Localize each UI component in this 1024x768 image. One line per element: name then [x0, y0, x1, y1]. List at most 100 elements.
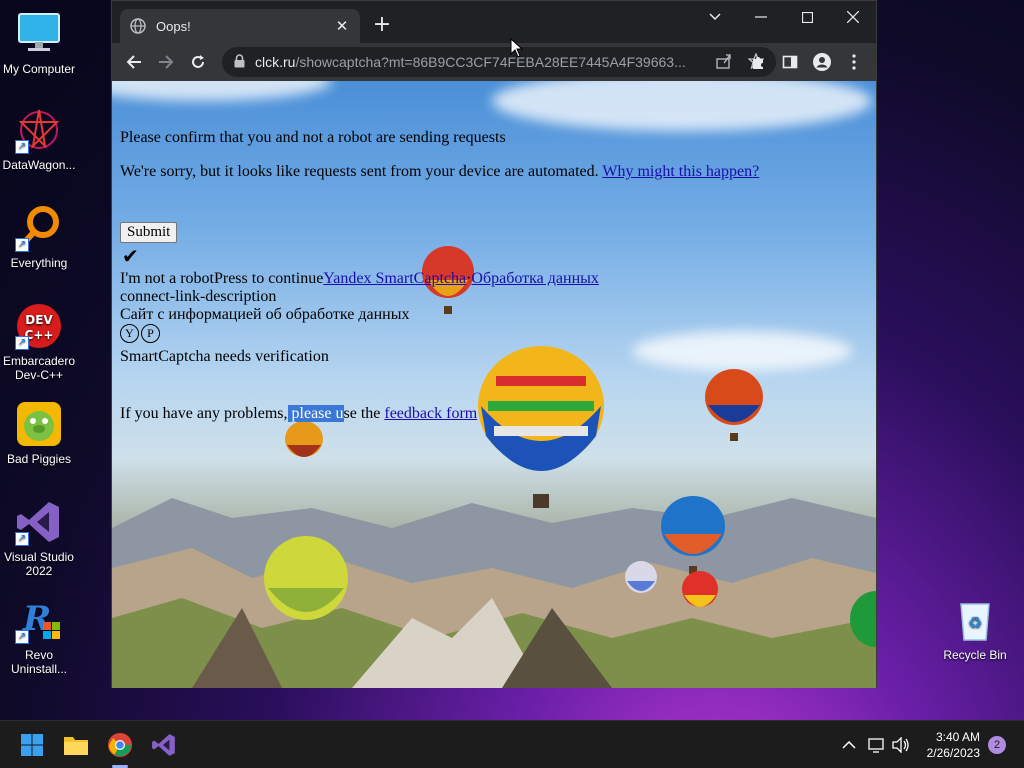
url-path: /showcaptcha?mt=86B9CC3CF74FEBA28EE7445A… — [295, 54, 686, 70]
hot-air-balloon-image — [661, 496, 725, 574]
profile-avatar-icon[interactable] — [806, 46, 838, 78]
tab-strip: Oops! ✕ + — [112, 1, 876, 43]
network-icon[interactable] — [868, 721, 886, 768]
tab-oops[interactable]: Oops! ✕ — [120, 9, 360, 43]
yandex-icons: Y P — [120, 324, 160, 343]
start-button[interactable] — [16, 729, 48, 761]
landscape-mountains — [112, 498, 876, 688]
minimize-button[interactable] — [738, 1, 784, 33]
clock-date: 2/26/2023 — [926, 746, 980, 760]
bad-piggies-icon — [15, 400, 63, 448]
yandex-y-icon: Y — [120, 324, 139, 343]
shortcut-arrow-icon: ↗ — [15, 140, 29, 154]
checkmark-icon[interactable]: ✔ — [122, 244, 139, 269]
clock-time: 3:40 AM — [935, 730, 980, 744]
lock-icon — [234, 53, 245, 71]
verify-text: SmartCaptcha needs verification — [120, 348, 329, 365]
side-panel-icon[interactable] — [774, 46, 806, 78]
desktop-icon-label: Everything — [10, 256, 68, 270]
visual-studio-taskbar-icon[interactable] — [148, 729, 180, 761]
desktop-icon-revo-uninstaller[interactable]: R ↗ Revo Uninstall... — [0, 596, 78, 676]
devcpp-icon: DEV C++ ↗ — [15, 302, 63, 350]
cloud-decoration — [492, 81, 872, 131]
forward-button[interactable] — [150, 46, 182, 78]
mouse-cursor-icon — [510, 38, 524, 58]
visual-studio-icon: ↗ — [15, 498, 63, 546]
data-processing-link[interactable]: Обработка данных — [471, 270, 598, 287]
notification-badge[interactable]: 2 — [988, 736, 1006, 754]
browser-window: Oops! ✕ + clck.ru /showcaptcha?mt=86B9CC… — [111, 0, 877, 688]
desktop-icon-visual-studio[interactable]: ↗ Visual Studio 2022 — [0, 498, 78, 578]
feedback-form-link[interactable]: feedback form — [384, 405, 477, 422]
hot-air-balloon-image — [625, 561, 657, 593]
system-clock[interactable]: 3:40 AM 2/26/2023 — [927, 729, 980, 761]
cloud-decoration — [632, 331, 852, 371]
desktop-icon-label-line2: Dev-C++ — [14, 368, 64, 382]
desktop-icon-label-line1: Visual Studio — [4, 550, 74, 564]
desktop-icon-bad-piggies[interactable]: Bad Piggies — [0, 400, 78, 466]
maximize-button[interactable] — [784, 1, 830, 33]
hot-air-balloon-image — [850, 591, 876, 647]
desktop-icon-recycle-bin[interactable]: ♻ Recycle Bin — [936, 596, 1014, 662]
tab-close-icon[interactable]: ✕ — [334, 17, 350, 35]
submit-button[interactable]: Submit — [120, 222, 178, 243]
new-tab-button[interactable]: + — [370, 13, 394, 37]
address-bar[interactable]: clck.ru /showcaptcha?mt=86B9CC3CF74FEBA2… — [222, 47, 776, 77]
back-button[interactable] — [118, 46, 150, 78]
revo-uninstaller-icon: R ↗ — [15, 596, 63, 644]
close-window-button[interactable] — [830, 1, 876, 33]
desktop-icon-label: My Computer — [2, 62, 76, 76]
yandex-p-icon: P — [141, 324, 160, 343]
shortcut-arrow-icon: ↗ — [15, 532, 29, 546]
taskbar: 3:40 AM 2/26/2023 2 — [0, 720, 1024, 768]
datawagon-icon: ↗ — [15, 106, 63, 154]
file-explorer-icon[interactable] — [60, 729, 92, 761]
cloud-decoration — [112, 81, 332, 101]
hot-air-balloon-image — [264, 536, 348, 620]
info-text: Сайт с информацией об обработке данных — [120, 306, 410, 323]
desktop-icon-label: Recycle Bin — [943, 648, 1007, 662]
shortcut-arrow-icon: ↗ — [15, 336, 29, 350]
tab-title: Oops! — [156, 18, 191, 34]
extensions-icon[interactable] — [742, 46, 774, 78]
share-icon[interactable] — [716, 53, 732, 72]
robot-line: I'm not a robotPress to continueYandex S… — [120, 270, 599, 288]
hot-air-balloon-image — [285, 421, 323, 457]
hot-air-balloon-image — [705, 369, 763, 441]
url-host: clck.ru — [255, 54, 296, 70]
desktop-icon-label-line2: 2022 — [25, 564, 53, 578]
svg-text:♻: ♻ — [968, 613, 982, 632]
page-heading: Please confirm that you and not a robot … — [120, 129, 506, 146]
shortcut-arrow-icon: ↗ — [15, 238, 29, 252]
globe-icon — [130, 18, 146, 34]
desktop-icon-my-computer[interactable]: My Computer — [0, 10, 78, 76]
connect-description: connect-link-description — [120, 288, 277, 305]
robot-text: I'm not a robotPress to continue — [120, 270, 324, 287]
sorry-text: We're sorry, but it looks like requests … — [120, 163, 599, 180]
why-link[interactable]: Why might this happen? — [602, 163, 759, 180]
menu-kebab-icon[interactable] — [838, 46, 870, 78]
hot-air-balloon-image — [478, 346, 604, 508]
yandex-smartcaptcha-link[interactable]: Yandex SmartCaptcha — [323, 270, 466, 287]
browser-toolbar: clck.ru /showcaptcha?mt=86B9CC3CF74FEBA2… — [112, 43, 876, 81]
desktop-icon-label-line1: Embarcadero — [2, 354, 76, 368]
volume-icon[interactable] — [892, 721, 910, 768]
problems-paragraph: If you have any problems, please use the… — [120, 405, 477, 423]
desktop-icon-devcpp[interactable]: DEV C++ ↗ Embarcadero Dev-C++ — [0, 302, 78, 382]
monitor-icon — [15, 10, 63, 58]
desktop-icon-everything[interactable]: ↗ Everything — [0, 204, 78, 270]
desktop-icon-datawagon[interactable]: ↗ DataWagon... — [0, 106, 78, 172]
reload-button[interactable] — [182, 46, 214, 78]
tab-search-dropdown-icon[interactable] — [692, 1, 738, 33]
chrome-taskbar-icon[interactable] — [104, 729, 136, 761]
desktop-icon-label: DataWagon... — [2, 158, 76, 172]
sorry-paragraph: We're sorry, but it looks like requests … — [120, 163, 759, 181]
desktop-icon-label-line2: Uninstall... — [10, 662, 68, 676]
problems-mid: se the — [343, 405, 381, 422]
desktop-icon-label: Bad Piggies — [6, 452, 72, 466]
everything-search-icon: ↗ — [15, 204, 63, 252]
captcha-page: Please confirm that you and not a robot … — [112, 81, 876, 688]
problems-prefix: If you have any problems, — [120, 405, 288, 422]
show-hidden-icons-chevron[interactable] — [842, 721, 856, 768]
recycle-bin-icon: ♻ — [951, 596, 999, 644]
